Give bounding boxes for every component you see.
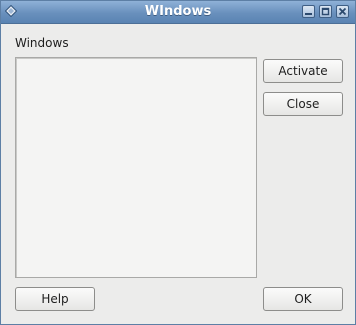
- title-bar[interactable]: WIndows: [1, 1, 355, 24]
- close-icon: [338, 7, 347, 16]
- close-window-button[interactable]: [336, 5, 349, 18]
- minimize-button[interactable]: [302, 5, 315, 18]
- activate-button[interactable]: Activate: [263, 59, 343, 83]
- close-button[interactable]: Close: [263, 92, 343, 116]
- maximize-icon: [321, 7, 330, 16]
- ok-button[interactable]: OK: [263, 287, 343, 311]
- windows-list[interactable]: [15, 57, 257, 278]
- dialog-window: WIndows Windows Activate Close Help OK: [0, 0, 356, 325]
- minimize-icon: [305, 13, 312, 15]
- help-button[interactable]: Help: [15, 287, 95, 311]
- maximize-button[interactable]: [319, 5, 332, 18]
- windows-list-label: Windows: [15, 36, 69, 50]
